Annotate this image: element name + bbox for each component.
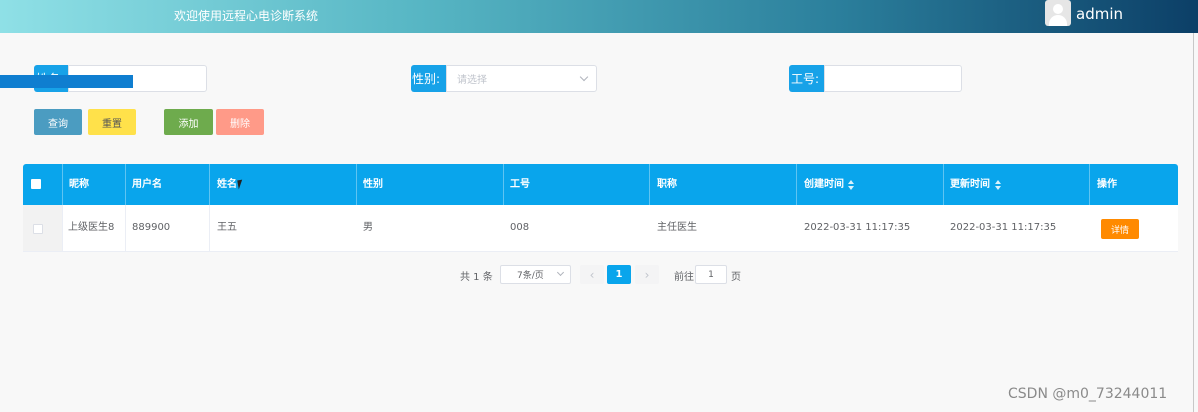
header-username: 用户名 [132,179,162,190]
gender-label: 性别: [411,65,447,92]
header-nickname: 昵称 [69,179,89,190]
query-button[interactable]: 查询 [34,109,82,135]
pagination-total: 共 1 条 [460,272,493,283]
add-button[interactable]: 添加 [164,109,213,135]
table-row: 上级医生8 889900 王五 男 008 主任医生 2022-03-31 11… [23,205,1178,252]
header-jobno: 工号 [510,179,530,190]
goto-label: 前往 [674,272,694,283]
gender-select[interactable]: 请选择 [446,65,597,92]
cell-title: 主任医生 [657,222,697,233]
overlay-bar [0,75,133,88]
header-updated[interactable]: 更新时间 [950,164,990,205]
sort-icon[interactable] [848,180,854,190]
cell-gender: 男 [363,222,373,233]
page-unit-label: 页 [731,272,741,283]
delete-button[interactable]: 删除 [216,109,264,135]
user-table: 昵称 用户名 姓名 性别 工号 职称 创建时间 更新时间 操作 上级医生8 88… [23,164,1178,252]
header-name: 姓名 [217,179,237,190]
cell-name: 王五 [217,222,237,233]
system-title: 欢迎使用远程心电诊断系统 [174,9,319,23]
right-border [1193,33,1194,412]
header-gender: 性别 [363,179,383,190]
cell-username: 889900 [132,222,171,233]
next-page-button[interactable]: › [635,265,659,284]
cell-created: 2022-03-31 11:17:35 [804,222,911,233]
cell-nickname: 上级医生8 [68,222,115,233]
username[interactable]: admin [1076,5,1123,23]
user-avatar-icon[interactable] [1045,0,1071,26]
goto-page-input[interactable]: 1 [695,265,727,284]
current-page-button[interactable]: 1 [607,265,631,284]
top-header: 欢迎使用远程心电诊断系统 admin [0,0,1198,33]
cell-jobno: 008 [510,222,530,233]
table-header: 昵称 用户名 姓名 性别 工号 职称 创建时间 更新时间 操作 [23,164,1178,205]
header-title: 职称 [657,179,677,190]
cell-updated: 2022-03-31 11:17:35 [950,222,1057,233]
jobno-label: 工号: [789,65,826,92]
header-created[interactable]: 创建时间 [804,164,844,205]
detail-button[interactable]: 详情 [1101,219,1139,239]
reset-button[interactable]: 重置 [88,109,136,135]
select-all-checkbox[interactable] [31,179,41,189]
row-checkbox[interactable] [33,224,43,234]
sort-icon[interactable] [995,180,1001,190]
watermark: CSDN @m0_73244011 [1008,386,1168,402]
prev-page-button[interactable]: ‹ [580,265,604,284]
header-action: 操作 [1097,179,1117,190]
jobno-input[interactable] [824,65,962,92]
